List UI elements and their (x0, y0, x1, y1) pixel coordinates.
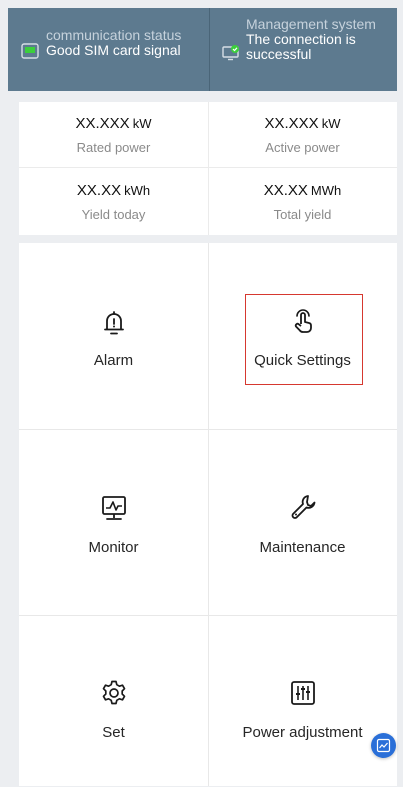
power-metrics-panel: XX.XXX kW Rated power XX.XXX kW Active pow… (19, 102, 397, 235)
communication-status-value: Good SIM card signal (46, 42, 181, 58)
tile-monitor[interactable]: Monitor (19, 429, 208, 615)
metric-value: XX.XXX kW (19, 115, 208, 133)
sliders-icon (290, 681, 315, 705)
metric-value: XX.XX kWh (19, 182, 208, 200)
management-system-value: The connection is successful (246, 31, 356, 62)
metric-value: XX.XXX kW (208, 115, 397, 133)
metric-value: XX.XX MWh (208, 182, 397, 200)
wrench-icon (291, 495, 315, 519)
communication-status-title: communication status (46, 27, 182, 43)
gear-icon (102, 680, 125, 705)
metric-label: Yield today (81, 207, 146, 222)
metric-yield-today: XX.XX kWh Yield today (19, 182, 208, 223)
metric-total-yield: XX.XX MWh Total yield (208, 182, 397, 223)
metric-number: XX.XX (263, 182, 308, 199)
metric-active-power: XX.XXX kW Active power (208, 115, 397, 156)
metric-number: XX.XX (76, 182, 122, 199)
sim-card-icon (21, 43, 39, 59)
tile-label: Maintenance (259, 539, 346, 556)
metric-label: Rated power (76, 140, 151, 155)
metric-unit: kW (132, 116, 152, 131)
communication-status-text: communication status Good SIM card signa… (46, 28, 206, 58)
metric-label: Active power (265, 140, 340, 155)
tile-alarm[interactable]: Alarm (19, 243, 208, 429)
management-system-title: Management system (246, 16, 376, 32)
tile-maintenance[interactable]: Maintenance (208, 429, 397, 615)
metric-rated-power: XX.XXX kW Rated power (19, 115, 208, 156)
tile-label: Monitor (88, 539, 139, 556)
metrics-divider (19, 167, 397, 168)
tile-power-adjustment[interactable]: Power adjustment (208, 615, 397, 787)
tile-label: Power adjustment (242, 724, 363, 741)
tile-label: Quick Settings (254, 352, 351, 369)
tile-label: Set (102, 724, 125, 741)
status-header: communication status Good SIM card signa… (8, 8, 397, 91)
metric-label: Total yield (273, 207, 332, 222)
management-system-text: Management system The connection is succ… (246, 17, 394, 62)
metric-unit: kWh (124, 183, 151, 198)
metric-unit: MWh (310, 183, 342, 198)
monitor-check-icon (222, 45, 239, 61)
function-tiles-grid: Alarm Quick Settings Monitor Maintenance (19, 243, 397, 786)
bell-alert-icon (103, 311, 124, 335)
metric-number: XX.XXX (75, 115, 130, 132)
communication-status[interactable]: communication status Good SIM card signa… (8, 8, 209, 91)
metric-number: XX.XXX (264, 115, 319, 132)
tile-label: Alarm (93, 352, 134, 369)
trend-chart-button[interactable] (371, 733, 396, 758)
trend-chart-icon (376, 738, 391, 753)
tile-set[interactable]: Set (19, 615, 208, 787)
monitor-icon (101, 496, 126, 520)
tile-quick-settings[interactable]: Quick Settings (208, 243, 397, 429)
tap-hand-icon (294, 309, 312, 333)
metric-unit: kW (321, 116, 341, 131)
management-system-status[interactable]: Management system The connection is succ… (209, 8, 397, 91)
